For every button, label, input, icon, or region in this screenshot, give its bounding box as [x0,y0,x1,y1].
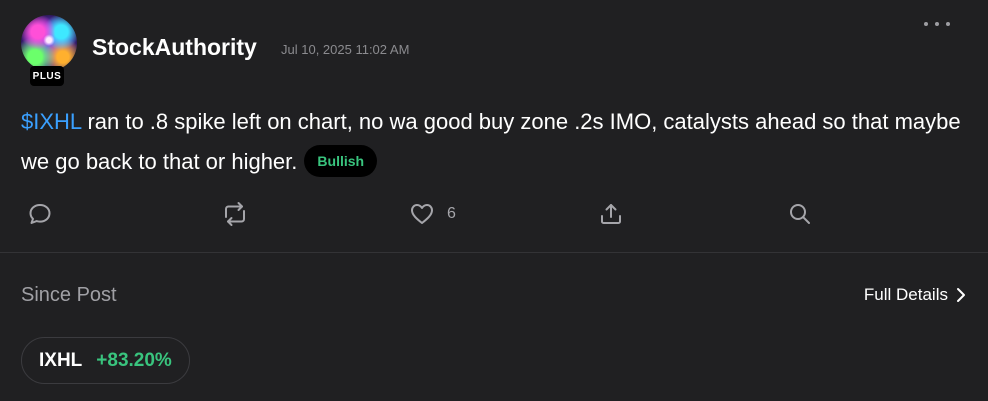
dot [935,22,939,26]
ticker-performance-pill[interactable]: IXHL +83.20% [21,337,190,384]
heart-icon [411,204,433,224]
full-details-label: Full Details [863,285,948,304]
share-button[interactable] [598,200,624,228]
cashtag-link[interactable]: $IXHL [21,109,81,134]
search-button[interactable] [787,200,813,228]
like-button[interactable]: 6 [409,200,456,228]
full-details-link[interactable]: Full Details [864,285,966,305]
reply-button[interactable] [27,200,53,228]
dot [946,22,950,26]
repost-button[interactable] [221,200,249,228]
comment-icon [29,204,51,224]
more-options-icon[interactable] [924,14,950,34]
post-body: $IXHL ran to .8 spike left on chart, no … [21,102,971,182]
divider [0,252,988,253]
plus-badge: PLUS [30,66,64,86]
repost-icon [225,202,245,226]
sentiment-badge: Bullish [304,145,378,177]
like-count: 6 [447,205,456,222]
username[interactable]: StockAuthority [92,34,257,61]
share-icon [601,204,621,224]
dot [924,22,928,26]
ticker-change: +83.20% [96,349,172,371]
search-icon [790,204,810,224]
ticker-symbol: IXHL [39,349,83,371]
post-text: ran to .8 spike left on chart, no wa goo… [21,109,961,174]
post-actions-bar: 6 [0,200,988,228]
since-post-label: Since Post [21,284,117,306]
chevron-right-icon [957,288,965,302]
avatar[interactable] [21,15,77,71]
post-timestamp[interactable]: Jul 10, 2025 11:02 AM [281,42,409,57]
stocktwits-post-card: PLUS StockAuthority Jul 10, 2025 11:02 A… [0,0,988,401]
